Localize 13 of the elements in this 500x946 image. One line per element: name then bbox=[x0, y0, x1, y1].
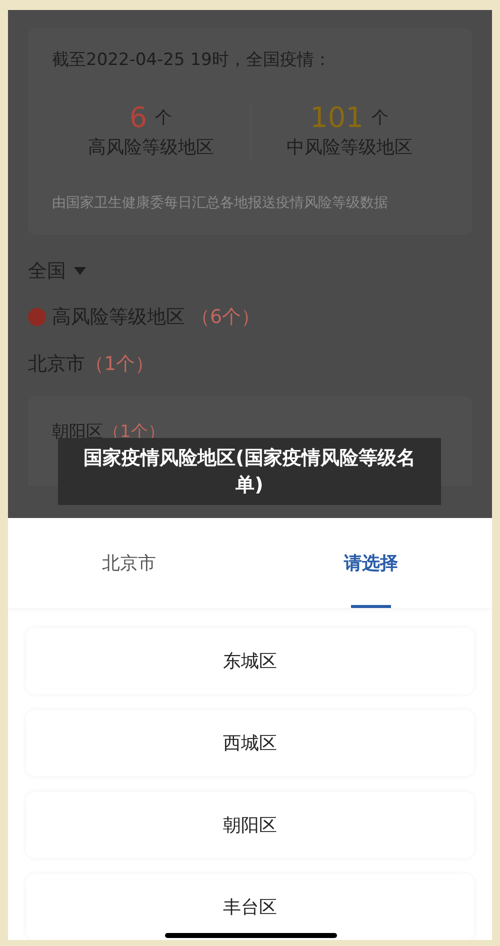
stat-number: 101 bbox=[310, 104, 364, 132]
caption-text: 国家疫情风险地区(国家疫情风险等级名单) bbox=[82, 446, 416, 498]
district-option[interactable]: 西城区 bbox=[26, 710, 474, 776]
district-option[interactable]: 朝阳区 bbox=[26, 792, 474, 858]
picker-tab[interactable]: 北京市 bbox=[8, 518, 250, 608]
district-option[interactable]: 丰台区 bbox=[26, 874, 474, 940]
stat-number: 6 bbox=[129, 104, 148, 132]
picker-tab[interactable]: 请选择 bbox=[250, 518, 492, 608]
city-count: （1个） bbox=[85, 352, 154, 376]
data-source-note: 由国家卫生健康委每日汇总各地报送疫情风险等级数据 bbox=[52, 194, 389, 212]
risk-count: （6个） bbox=[191, 305, 260, 330]
caret-down-icon bbox=[74, 266, 86, 275]
district-option[interactable]: 东城区 bbox=[26, 628, 474, 694]
